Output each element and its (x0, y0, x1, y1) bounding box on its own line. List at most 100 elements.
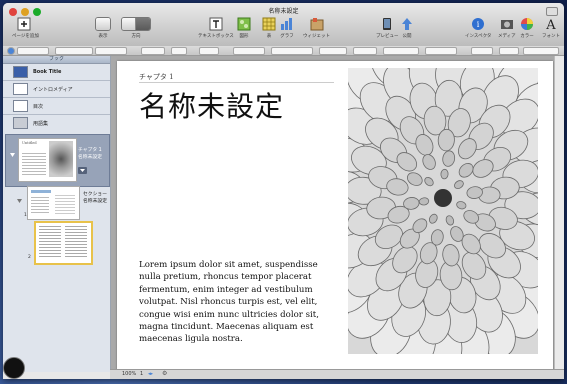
sidebar-item-label: イントロメディア (33, 86, 73, 93)
page-stepper-icon[interactable]: ◂▸ (148, 371, 153, 377)
page-heading[interactable]: 名称未設定 (139, 85, 284, 125)
publish-button[interactable]: 公開 (401, 16, 413, 39)
bar-chart-icon (281, 18, 292, 30)
body-text[interactable]: Lorem ipsum dolor sit amet, suspendisse … (139, 259, 339, 346)
widget-button[interactable]: ウィジェット (303, 16, 330, 39)
thumb-text-lines (22, 153, 46, 177)
media-label: メディア (498, 34, 516, 39)
heading-rule (139, 82, 334, 83)
thumb-photo (49, 141, 73, 177)
style-popup[interactable] (17, 47, 49, 55)
shape-label: 図形 (239, 34, 249, 39)
inspector-label: インスペクタ (465, 34, 492, 39)
preview-label: プレビュー (376, 34, 399, 39)
alignment-buttons[interactable] (271, 47, 313, 55)
thumb-text-lines (39, 226, 61, 258)
line-spacing-popup[interactable] (319, 47, 347, 55)
font-size-field[interactable] (171, 47, 187, 55)
view-segment[interactable] (95, 17, 111, 31)
document-canvas[interactable]: チャプタ 1 名称未設定 Lorem ipsum dolor sit amet,… (111, 56, 564, 370)
sidebar: ブック Book Title イントロメディア 目次 用語集 Untitled (3, 56, 111, 372)
window-title: 名称未設定 (268, 8, 299, 15)
dahlia-photo[interactable] (348, 68, 538, 354)
sidebar-item-glossary[interactable]: 用語集 (3, 116, 110, 130)
book-cover-icon (13, 66, 28, 78)
landscape-icon[interactable] (136, 18, 150, 30)
dahlia-image-icon (348, 68, 538, 354)
preview-button[interactable]: プレビュー (376, 16, 399, 39)
intro-media-icon (13, 83, 28, 95)
sidebar-divider (3, 97, 110, 98)
toc-list-icon (13, 100, 28, 112)
colors-label: カラー (520, 34, 534, 39)
shape-button[interactable]: 図形 (237, 16, 251, 39)
media-button[interactable]: メディア (498, 16, 516, 39)
page-number: 2 (28, 255, 31, 260)
font-family-popup[interactable] (95, 47, 127, 55)
orientation-control[interactable]: 方向 (121, 16, 151, 39)
textbox-button[interactable]: テキストボックス (198, 16, 234, 39)
toolbar-toggle-button[interactable] (546, 7, 558, 16)
section-disclosure-icon[interactable] (17, 199, 22, 204)
chapter-menu-icon[interactable] (78, 167, 87, 174)
glossary-icon (13, 117, 28, 129)
publish-arrow-icon (402, 18, 412, 30)
view-icon (96, 18, 110, 30)
view-button[interactable]: 表示 (95, 16, 111, 39)
svg-text:i: i (477, 20, 480, 29)
format-info-icon[interactable] (7, 47, 15, 55)
disclosure-triangle-icon[interactable] (10, 153, 15, 158)
sidebar-item-intro-media[interactable]: イントロメディア (3, 82, 110, 96)
media-icon (500, 20, 513, 29)
app-window: 名称未設定 ページを追加 表示 方向 テキストボックス 図形 表 グラフ ウィジ… (3, 3, 564, 379)
bold-italic-buttons[interactable] (233, 47, 265, 55)
fonts-button[interactable]: A フォント (542, 16, 560, 39)
orientation-label: 方向 (131, 34, 141, 39)
sidebar-item-label: 目次 (33, 103, 44, 110)
sidebar-divider (3, 114, 110, 115)
font-icon: A (545, 18, 556, 31)
add-page-label: ページを追加 (12, 34, 39, 39)
table-icon (262, 17, 276, 31)
page-thumbnail-selected[interactable] (34, 221, 93, 265)
titlebar: 名称未設定 ページを追加 表示 方向 テキストボックス 図形 表 グラフ ウィジ… (3, 3, 564, 47)
stroke-popup[interactable] (471, 47, 493, 55)
fill-color-well[interactable] (499, 47, 519, 55)
chapter-thumbnail[interactable]: Untitled (18, 138, 77, 182)
chapter-row[interactable]: Untitled チャプタ 1 名称未設定 (5, 134, 110, 187)
table-button[interactable]: 表 (262, 16, 276, 39)
columns-popup[interactable] (353, 47, 377, 55)
add-page-button[interactable]: ページを追加 (12, 16, 39, 39)
chart-button[interactable]: グラフ (280, 16, 294, 39)
wrap-popup[interactable] (425, 47, 457, 55)
vertical-scrollbar[interactable] (554, 56, 564, 369)
fonts-label: フォント (542, 34, 560, 39)
typeface-popup[interactable] (141, 47, 165, 55)
page-number: 1 (24, 213, 27, 218)
info-icon: i (472, 18, 485, 30)
page[interactable]: チャプタ 1 名称未設定 Lorem ipsum dolor sit amet,… (117, 61, 553, 370)
sidebar-item-toc[interactable]: 目次 (3, 99, 110, 113)
status-bar: 100% 1 ◂▸ ⚙ (110, 369, 564, 379)
opacity-slider[interactable] (523, 47, 559, 55)
chapter-label[interactable]: チャプタ 1 (139, 72, 174, 82)
page-indicator: 1 (140, 371, 144, 377)
chart-label: グラフ (280, 34, 294, 39)
list-style-popup[interactable] (383, 47, 419, 55)
colors-button[interactable]: カラー (520, 16, 534, 39)
text-color-well[interactable] (199, 47, 219, 55)
sidebar-item-book-title[interactable]: Book Title (3, 65, 110, 79)
zoom-level[interactable]: 100% (122, 371, 136, 377)
site-logo-icon (3, 357, 25, 379)
action-gear-icon[interactable]: ⚙ (162, 370, 167, 377)
paragraph-style-popup[interactable] (55, 47, 93, 55)
textbox-icon (209, 17, 223, 31)
add-page-icon (17, 17, 31, 31)
inspector-button[interactable]: i インスペクタ (465, 16, 491, 39)
publish-label: 公開 (402, 34, 412, 39)
portrait-icon[interactable] (122, 18, 136, 30)
table-label: 表 (266, 34, 272, 39)
section-title: セクショー (83, 192, 107, 197)
ipad-preview-icon (383, 18, 392, 30)
section-thumbnail[interactable] (27, 186, 80, 220)
